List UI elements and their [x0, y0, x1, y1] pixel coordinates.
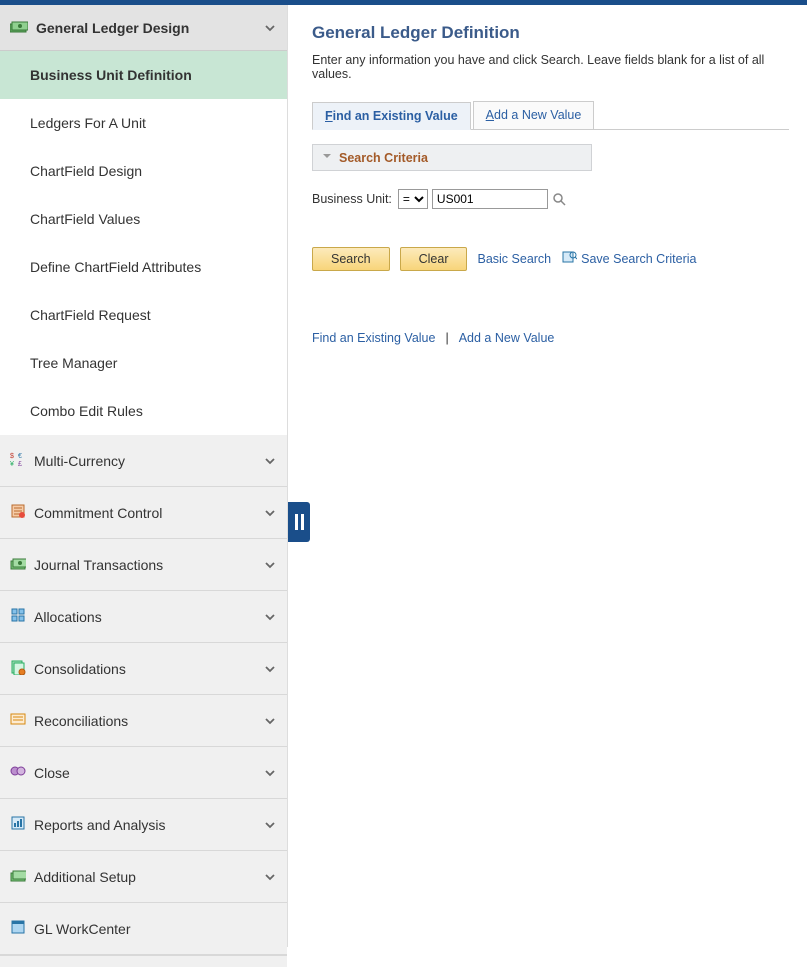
page-title: General Ledger Definition: [312, 23, 789, 43]
sidebar: General Ledger Design Business Unit Defi…: [0, 5, 288, 947]
business-unit-input[interactable]: [432, 189, 548, 209]
sidebar-section-reconciliations[interactable]: Reconciliations: [0, 695, 287, 747]
sidebar-section-label: Allocations: [34, 609, 102, 625]
sidebar-section-label: Journal Transactions: [34, 557, 163, 573]
search-criteria-bar[interactable]: Search Criteria: [312, 144, 592, 171]
svg-text:£: £: [18, 461, 22, 467]
reconciliations-icon: [10, 711, 26, 730]
search-criteria-label: Search Criteria: [339, 151, 428, 165]
sidebar-section-allocations[interactable]: Allocations: [0, 591, 287, 643]
close-icon: [10, 763, 26, 782]
sidebar-header-label: General Ledger Design: [36, 20, 189, 36]
sidebar-item-chartfield-request[interactable]: ChartField Request: [0, 291, 287, 339]
sidebar-section-multi-currency[interactable]: $ € ¥ £ Multi-Currency: [0, 435, 287, 487]
business-unit-operator-select[interactable]: =: [398, 189, 428, 209]
workcenter-icon: [10, 919, 26, 938]
journal-icon: [10, 555, 26, 574]
add-new-value-link[interactable]: Add a New Value: [459, 331, 555, 345]
tab-find-prefix: F: [325, 109, 333, 123]
sidebar-section-journal-transactions[interactable]: Journal Transactions: [0, 539, 287, 591]
ledger-icon: [10, 19, 28, 36]
instructions-text: Enter any information you have and click…: [312, 53, 789, 81]
sidebar-item-define-chartfield-attributes[interactable]: Define ChartField Attributes: [0, 243, 287, 291]
tab-add-prefix: A: [486, 108, 494, 122]
main-content: General Ledger Definition Enter any info…: [288, 5, 807, 947]
pause-bars-icon: [295, 514, 304, 530]
sidebar-section-label: Multi-Currency: [34, 453, 125, 469]
chevron-down-icon: [263, 714, 277, 728]
lookup-icon[interactable]: [552, 192, 566, 206]
sidebar-item-chartfield-design[interactable]: ChartField Design: [0, 147, 287, 195]
tab-find-rest: ind an Existing Value: [333, 109, 458, 123]
sidebar-section-label: Reconciliations: [34, 713, 128, 729]
sidebar-spacer: [0, 955, 287, 967]
sidebar-item-combo-edit-rules[interactable]: Combo Edit Rules: [0, 387, 287, 435]
chevron-down-icon: [263, 662, 277, 676]
sidebar-item-tree-manager[interactable]: Tree Manager: [0, 339, 287, 387]
commitment-icon: [10, 503, 26, 522]
sidebar-header-general-ledger-design[interactable]: General Ledger Design: [0, 5, 287, 51]
svg-text:$: $: [10, 453, 14, 460]
chevron-down-icon: [263, 818, 277, 832]
sidebar-item-business-unit-definition[interactable]: Business Unit Definition: [0, 51, 287, 99]
chevron-down-icon: [263, 454, 277, 468]
sidebar-toggle-handle[interactable]: [288, 502, 310, 542]
clear-button[interactable]: Clear: [400, 247, 468, 271]
currency-icon: $ € ¥ £: [10, 451, 26, 470]
action-row: Search Clear Basic Search Save Search Cr…: [312, 247, 789, 271]
collapse-arrow-icon: [321, 150, 333, 165]
sidebar-section-additional-setup[interactable]: Additional Setup: [0, 851, 287, 903]
sidebar-section-consolidations[interactable]: Consolidations: [0, 643, 287, 695]
sidebar-section-gl-workcenter[interactable]: GL WorkCenter: [0, 903, 287, 955]
search-button[interactable]: Search: [312, 247, 390, 271]
chevron-down-icon: [263, 21, 277, 35]
sidebar-section-label: Additional Setup: [34, 869, 136, 885]
separator: |: [445, 331, 448, 345]
chevron-down-icon: [263, 870, 277, 884]
search-row-business-unit: Business Unit: =: [312, 189, 789, 209]
tab-add-new-value[interactable]: Add a New Value: [473, 101, 595, 129]
sidebar-item-ledgers-for-a-unit[interactable]: Ledgers For A Unit: [0, 99, 287, 147]
sidebar-item-chartfield-values[interactable]: ChartField Values: [0, 195, 287, 243]
business-unit-label: Business Unit:: [312, 192, 392, 206]
tabs: Find an Existing Value Add a New Value: [312, 101, 789, 130]
sidebar-section-label: GL WorkCenter: [34, 921, 130, 937]
tab-find-existing-value[interactable]: Find an Existing Value: [312, 102, 471, 130]
basic-search-link[interactable]: Basic Search: [477, 252, 551, 266]
sidebar-section-label: Commitment Control: [34, 505, 162, 521]
bottom-links: Find an Existing Value | Add a New Value: [312, 331, 789, 345]
sidebar-section-commitment-control[interactable]: Commitment Control: [0, 487, 287, 539]
tab-add-rest: dd a New Value: [494, 108, 581, 122]
chevron-down-icon: [263, 610, 277, 624]
chevron-down-icon: [263, 558, 277, 572]
sidebar-section-reports-and-analysis[interactable]: Reports and Analysis: [0, 799, 287, 851]
find-existing-value-link[interactable]: Find an Existing Value: [312, 331, 435, 345]
sidebar-section-label: Close: [34, 765, 70, 781]
consolidations-icon: [10, 659, 26, 678]
chevron-down-icon: [263, 766, 277, 780]
svg-text:¥: ¥: [10, 461, 14, 467]
chevron-down-icon: [263, 506, 277, 520]
allocations-icon: [10, 607, 26, 626]
sidebar-section-label: Consolidations: [34, 661, 126, 677]
save-criteria-icon: [561, 250, 577, 269]
svg-text:€: €: [18, 453, 22, 460]
sidebar-section-label: Reports and Analysis: [34, 817, 166, 833]
reports-icon: [10, 815, 26, 834]
save-search-criteria-link[interactable]: Save Search Criteria: [581, 252, 696, 266]
sidebar-section-close[interactable]: Close: [0, 747, 287, 799]
setup-icon: [10, 867, 26, 886]
